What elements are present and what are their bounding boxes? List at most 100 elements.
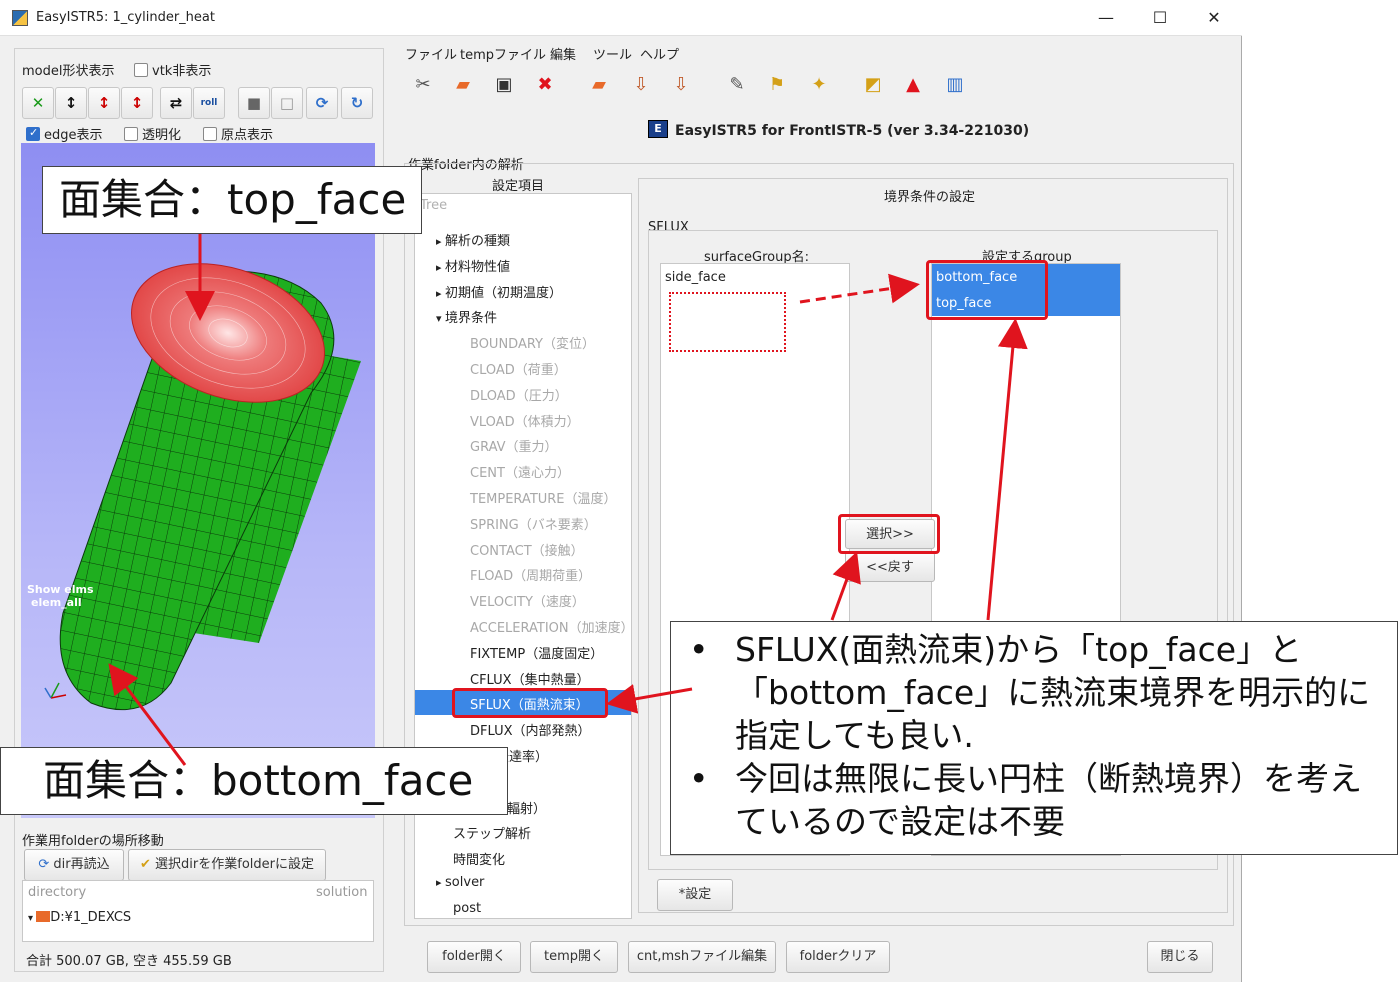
tree-item[interactable]: BOUNDARY（変位） (470, 333, 595, 352)
tree-item[interactable]: CENT（遠心力） (470, 462, 570, 481)
clean-icon[interactable]: ⚑ (764, 72, 790, 98)
new-file-icon[interactable]: ✦ (806, 72, 832, 98)
bc-title: 境界条件の設定 (884, 190, 976, 205)
empty-target-highlight (669, 292, 786, 352)
cylinder-model: Show elms elem_all (27, 263, 361, 711)
swap-view-icon[interactable]: ⇄ (160, 87, 192, 119)
close-window-button[interactable]: ✕ (1194, 6, 1234, 30)
tree-item-label: CONTACT（接触） (470, 543, 584, 559)
view-z-icon[interactable]: ↕ (121, 87, 153, 119)
save-folder-icon[interactable]: ▰ (586, 72, 612, 98)
expand-right-icon[interactable]: ▸ (436, 235, 445, 248)
refresh-icon[interactable]: ⟳ (306, 87, 338, 119)
col-directory: directory (28, 885, 87, 900)
cnt-msh-edit-button[interactable]: cnt,mshファイル編集 (628, 941, 776, 973)
view-x-icon[interactable]: ↕ (55, 87, 87, 119)
tree-item[interactable]: TEMPERATURE（温度） (470, 488, 617, 507)
minimize-button[interactable]: — (1086, 6, 1126, 30)
view-y-icon[interactable]: ↕ (88, 87, 120, 119)
folder-open-button[interactable]: folder開く (427, 941, 521, 973)
bullet-2-icon: • (689, 759, 709, 798)
tree-item[interactable]: GRAV（重力） (470, 436, 558, 455)
tree-item[interactable]: ステップ解析 (453, 823, 531, 842)
app-heading: EasyISTR5 for FrontISTR-5 (ver 3.34-2210… (675, 123, 1030, 139)
title-bar: EasyISTR5: 1_cylinder_heat — ☐ ✕ (0, 0, 1242, 36)
tools-icon[interactable]: ✂ (410, 72, 436, 98)
temp-open-button[interactable]: temp開く (530, 941, 618, 973)
maximize-button[interactable]: ☐ (1140, 6, 1180, 30)
expand-right-icon[interactable]: ▸ (436, 261, 445, 274)
tree-item[interactable]: VELOCITY（速度） (470, 591, 585, 610)
3d-viewport[interactable]: Show elms elem_all (21, 143, 375, 818)
tree-item[interactable]: DLOAD（圧力） (470, 385, 568, 404)
vtk-hide-label: vtk非表示 (152, 64, 212, 79)
tree-header: Tree (420, 198, 448, 213)
bullet-1-icon: • (689, 630, 709, 669)
tree-item[interactable]: ▸ 解析の種類 (436, 230, 510, 249)
fit-view-icon[interactable]: ✕ (22, 87, 54, 119)
tree-item[interactable]: ▾ 境界条件 (436, 307, 497, 326)
tree-item[interactable]: VLOAD（体積力） (470, 411, 580, 430)
menu-edit[interactable]: 編集 (550, 44, 576, 63)
tree-item[interactable]: DFLUX（内部発熱） (470, 720, 591, 739)
reload-dir-button[interactable]: ⟳ dir再読込 (24, 849, 124, 881)
tree-item[interactable]: FIXTEMP（温度固定） (470, 643, 603, 662)
tree-item-label: CLOAD（荷重） (470, 363, 567, 378)
tree-item[interactable]: ▸ 材料物性値 (436, 256, 510, 275)
dir-icon[interactable]: ⇩ (628, 72, 654, 98)
note-bullet-2: 今回は無限に長い円柱（断熱境界）を考えているので設定は不要 (735, 759, 1362, 841)
menu-tools[interactable]: ツール (593, 44, 632, 63)
tree-item[interactable]: CONTACT（接触） (470, 540, 584, 559)
col-solution: solution (316, 885, 368, 900)
viewport-overlay-line1: Show elms (27, 583, 94, 596)
tmp-icon[interactable]: ⇩ (668, 72, 694, 98)
open-folder-icon[interactable]: ▰ (450, 72, 476, 98)
geometry-icon[interactable]: ▲ (900, 72, 926, 98)
terminal-icon[interactable]: ▣ (491, 72, 517, 98)
tree-item-label: ステップ解析 (453, 827, 532, 843)
reload-icon[interactable]: ↻ (341, 87, 373, 119)
tree-item-label: BOUNDARY（変位） (470, 337, 595, 353)
tree-item[interactable]: ACCELERATION（加速度） (470, 617, 634, 636)
tree-item[interactable]: CFLUX（集中熱量） (470, 669, 590, 688)
roll-icon[interactable]: roll (193, 87, 225, 119)
vtk-hide-checkbox[interactable]: vtk非表示 (134, 60, 211, 79)
edge-checkbox[interactable]: edge表示 (26, 124, 103, 143)
menu-file[interactable]: ファイル (405, 44, 457, 63)
tree-item[interactable]: SPRING（バネ要素） (470, 514, 597, 533)
transparent-checkbox[interactable]: 透明化 (124, 124, 181, 143)
menu-help[interactable]: ヘルプ (640, 44, 679, 63)
surface-group-item[interactable]: side_face (661, 264, 849, 291)
wire-view-icon[interactable]: □ (271, 87, 303, 119)
tree-item-label: ACCELERATION（加速度） (470, 621, 634, 636)
apply-button[interactable]: *設定 (657, 879, 733, 911)
expand-right-icon[interactable]: ▸ (436, 287, 445, 300)
edge-label: edge表示 (44, 128, 103, 143)
set-work-folder-button[interactable]: ✔ 選択dirを作業folderに設定 (128, 849, 326, 881)
tree-item[interactable]: 時間変化 (453, 849, 505, 868)
window-title: EasyISTR5: 1_cylinder_heat (36, 10, 215, 25)
edit-icon[interactable]: ✎ (724, 72, 750, 98)
tree-item[interactable]: FLOAD（周期荷重） (470, 565, 591, 584)
tree-item[interactable]: post (453, 901, 481, 916)
tree-item[interactable]: CLOAD（荷重） (470, 359, 567, 378)
solid-view-icon[interactable]: ■ (238, 87, 270, 119)
back-button[interactable]: <<戻す (845, 552, 935, 582)
tree-item[interactable]: ▸ solver (436, 875, 484, 890)
check-icon: ✔ (140, 857, 156, 872)
expand-right-icon[interactable]: ▸ (436, 876, 445, 889)
menu-temp-file[interactable]: tempファイル (460, 44, 546, 63)
easyistr-logo-icon: E (648, 120, 668, 138)
transparent-label: 透明化 (142, 128, 182, 143)
mesh-icon[interactable]: ◩ (860, 72, 886, 98)
origin-checkbox[interactable]: 原点表示 (203, 124, 273, 143)
stop-icon[interactable]: ✖ (532, 72, 558, 98)
tree-item[interactable]: ▸ 初期値（初期温度） (436, 282, 562, 301)
close-button[interactable]: 閉じる (1147, 941, 1213, 973)
folder-clear-button[interactable]: folderクリア (786, 941, 890, 973)
tree-item-label: CENT（遠心力） (470, 466, 570, 482)
dir-item[interactable]: ▾ D:¥1_DEXCS (28, 910, 131, 925)
chart-icon[interactable]: ▥ (942, 72, 968, 98)
tree-item-label: 境界条件 (445, 311, 498, 327)
expand-down-icon[interactable]: ▾ (436, 312, 445, 325)
